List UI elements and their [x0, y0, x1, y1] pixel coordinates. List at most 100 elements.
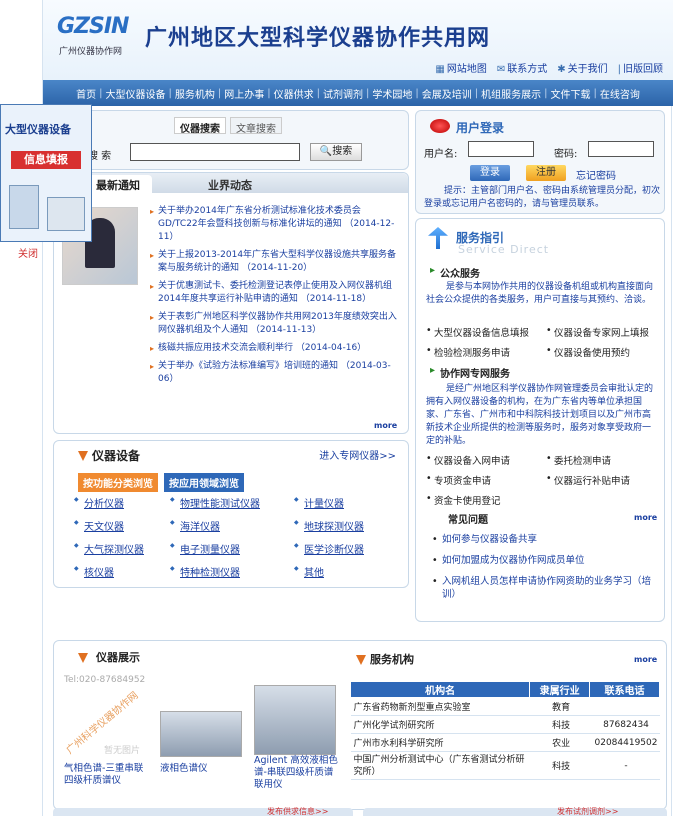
category-link[interactable]: 医学诊断仪器 [294, 541, 394, 556]
floating-ad-banner[interactable]: 大型仪器设备 信息填报 [0, 104, 92, 242]
partial-panel-bar [363, 808, 667, 816]
org-phone: 02084419502 [589, 733, 660, 752]
search-input[interactable] [130, 143, 300, 161]
tab-by-function[interactable]: 按功能分类浏览 [78, 473, 158, 492]
public-service-item[interactable]: 大型仪器设备信息填报 [426, 325, 546, 339]
site-logo[interactable]: GZSIN 广州仪器协作网 [57, 14, 137, 60]
old-version-link[interactable]: | 旧版回顾 [618, 60, 663, 75]
showcase-caption[interactable]: 气相色谱-三重串联四级杆质谱仪 [64, 763, 148, 787]
register-button[interactable]: 注册 [526, 165, 566, 181]
login-hint: 提示：主管部门用户名、密码由系统管理员分配，初次登录或忘记用户名密码的，请与管理… [424, 186, 661, 209]
org-name-link[interactable]: 广州化学试剂研究所 [350, 715, 530, 734]
mouse-icon [430, 119, 450, 133]
news-item[interactable]: 关于上报2013-2014年广东省大型科学仪器设施共享服务备案与服务统计的通知 … [150, 249, 400, 275]
nav-consult[interactable]: 在线咨询 [597, 86, 643, 101]
login-button[interactable]: 登录 [470, 165, 510, 181]
search-button[interactable]: 🔍搜索 [310, 143, 362, 161]
faq-item[interactable]: 入网机组人员怎样申请协作网资助的业务学习（培训） [432, 575, 652, 601]
orgs-title: 服务机构 [370, 653, 414, 666]
category-link[interactable]: 大气探测仪器 [74, 541, 170, 556]
enter-instruments-link[interactable]: 进入专网仪器>> [319, 447, 396, 462]
orgs-more-link[interactable]: more [634, 655, 657, 664]
faq-item[interactable]: 如何参与仪器设备共享 [432, 533, 652, 546]
partial-reagent-link[interactable]: 发布试剂调剂>> [557, 808, 618, 816]
special-service-item[interactable]: 仪器运行补贴申请 [546, 473, 658, 487]
search-panel: 仪器搜索 文章搜索 搜 索 🔍搜索 [53, 110, 409, 170]
public-service-item[interactable]: 仪器设备专家网上填报 [546, 325, 658, 339]
tab-instrument-search[interactable]: 仪器搜索 [174, 117, 226, 135]
table-header-row: 机构名 隶属行业 联系电话 [349, 681, 660, 698]
site-title: 广州地区大型科学仪器协作共用网 [145, 26, 491, 51]
nav-academic[interactable]: 学术园地 [369, 86, 415, 101]
category-link[interactable]: 其他 [294, 564, 394, 579]
category-link[interactable]: 特种检测仪器 [170, 564, 294, 579]
nav-orgs[interactable]: 服务机构 [172, 86, 218, 101]
news-item[interactable]: 关于举办2014年广东省分析测试标准化技术委员会GD/TC22年会暨科技创新与标… [150, 205, 400, 244]
instrument-thumbnail[interactable] [254, 685, 336, 755]
category-link[interactable]: 物理性能测试仪器 [170, 495, 294, 510]
nav-downloads[interactable]: 文件下载 [548, 86, 594, 101]
news-item[interactable]: 核磁共振应用技术交流会顺利举行 （2014-04-16） [150, 342, 400, 355]
nav-supply-demand[interactable]: 仪器供求 [271, 86, 317, 101]
instrument-illustration [9, 185, 39, 229]
category-link[interactable]: 天文仪器 [74, 518, 170, 533]
instrument-category-grid: 分析仪器 物理性能测试仪器 计量仪器 天文仪器 海洋仪器 地球探测仪器 大气探测… [74, 495, 394, 579]
special-service-item[interactable]: 专项资金申请 [426, 473, 546, 487]
tab-article-search[interactable]: 文章搜索 [230, 117, 282, 135]
news-panel: 最新通知 业界动态 关于举办2014年广东省分析测试标准化技术委员会GD/TC2… [53, 172, 409, 434]
category-link[interactable]: 核仪器 [74, 564, 170, 579]
nav-showcase[interactable]: 机组服务展示 [478, 86, 544, 101]
sitemap-link[interactable]: ▦ 网站地图 [435, 60, 486, 75]
news-more-link[interactable]: more [374, 421, 397, 430]
faq-title: 常见问题 [448, 515, 488, 526]
org-industry: 农业 [529, 733, 590, 752]
table-row: 中国广州分析测试中心（广东省测试分析研究所） 科技 - [350, 751, 660, 780]
partial-supply-link[interactable]: 发布供求信息>> [267, 808, 328, 816]
nav-home[interactable]: 首页 [73, 86, 99, 101]
org-phone [589, 697, 660, 716]
tab-latest-notices[interactable]: 最新通知 [84, 175, 152, 193]
password-input[interactable] [588, 141, 654, 157]
news-item[interactable]: 关于优惠测试卡、委托检测登记表停止使用及入网仪器机组2014年度共享运行补贴申请… [150, 280, 400, 306]
org-name-link[interactable]: 广州市水利科学研究所 [350, 733, 530, 752]
nav-instruments[interactable]: 大型仪器设备 [103, 86, 169, 101]
floating-ad-close-button[interactable]: 关闭 [18, 245, 38, 260]
nav-training[interactable]: 会展及培训 [419, 86, 475, 101]
category-link[interactable]: 地球探测仪器 [294, 518, 394, 533]
no-image-placeholder: 暂无图片 [104, 746, 141, 756]
instrument-thumbnail[interactable] [160, 711, 242, 757]
nav-reagents[interactable]: 试剂调剂 [320, 86, 366, 101]
org-industry: 科技 [529, 751, 590, 780]
faq-more-link[interactable]: more [634, 513, 657, 522]
special-service-item[interactable]: 委托检测申请 [546, 453, 658, 467]
category-link[interactable]: 分析仪器 [74, 495, 170, 510]
news-item[interactable]: 关于举办《试验方法标准编写》培训班的通知 （2014-03-06） [150, 360, 400, 386]
showcase-caption[interactable]: 液相色谱仪 [160, 763, 244, 775]
instruments-panel: 仪器设备 进入专网仪器>> 按功能分类浏览 按应用领域浏览 分析仪器 物理性能测… [53, 440, 409, 588]
nav-online-services[interactable]: 网上办事 [221, 86, 267, 101]
public-service-item[interactable]: 仪器设备使用预约 [546, 345, 658, 359]
category-link[interactable]: 电子测量仪器 [170, 541, 294, 556]
public-service-item[interactable]: 检验检测服务申请 [426, 345, 546, 359]
news-tabbar: 最新通知 业界动态 [54, 173, 408, 193]
contact-link[interactable]: ✉ 联系方式 [497, 60, 547, 75]
org-name-link[interactable]: 广东省药物新剂型重点实验室 [350, 697, 530, 716]
about-link[interactable]: ✱ 关于我们 [557, 60, 607, 75]
category-link[interactable]: 计量仪器 [294, 495, 394, 510]
category-link[interactable]: 海洋仪器 [170, 518, 294, 533]
special-service-item[interactable]: 资金卡使用登记 [426, 493, 546, 507]
org-phone: - [589, 751, 660, 780]
forgot-password-link[interactable]: 忘记密码 [576, 167, 616, 182]
news-item[interactable]: 关于表彰广州地区科学仪器协作共用网2013年度绩效突出入网仪器机组及个人通知 （… [150, 311, 400, 337]
tab-by-field[interactable]: 按应用领域浏览 [164, 473, 244, 492]
username-input[interactable] [468, 141, 534, 157]
org-name-link[interactable]: 中国广州分析测试中心（广东省测试分析研究所） [350, 751, 530, 780]
showcase-title: 仪器展示 [96, 651, 140, 664]
search-icon: 🔍 [319, 146, 333, 157]
logo-subtitle: 广州仪器协作网 [59, 47, 123, 57]
column-header: 联系电话 [589, 681, 660, 698]
faq-item[interactable]: 如何加盟成为仪器协作网成员单位 [432, 554, 652, 567]
tab-industry-news[interactable]: 业界动态 [196, 175, 264, 193]
showcase-caption[interactable]: Agilent 高效液相色谱-串联四级杆质谱联用仪 [254, 755, 340, 791]
special-service-item[interactable]: 仪器设备入网申请 [426, 453, 546, 467]
